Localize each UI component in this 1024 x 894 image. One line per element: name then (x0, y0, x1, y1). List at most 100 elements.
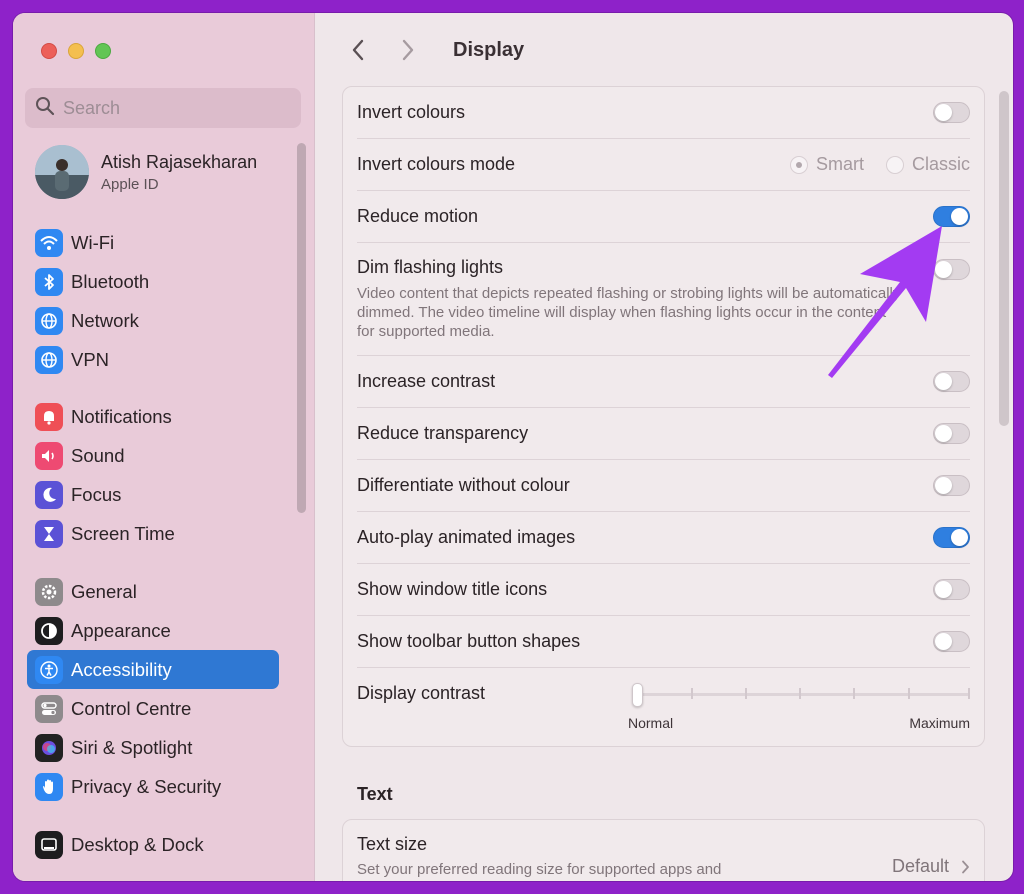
radio-button[interactable] (789, 155, 808, 174)
radio-smart[interactable]: Smart (789, 154, 864, 175)
row-invert-colours: Invert colours (357, 87, 970, 139)
text-size-value: Default (891, 856, 949, 876)
gear-icon (35, 577, 63, 606)
sidebar-item-label: VPN (71, 348, 110, 370)
sidebar-item-label: Wi-Fi (71, 231, 115, 253)
radio-label: Classic (911, 154, 970, 174)
sidebar-item-sound[interactable]: Sound (27, 436, 279, 475)
slider-track[interactable] (632, 693, 970, 696)
sidebar-item-label: General (71, 580, 137, 602)
search-icon (35, 96, 55, 121)
slider-min-label: Normal (628, 715, 674, 731)
sidebar-item-control-centre[interactable]: Control Centre (27, 689, 279, 728)
sidebar-item-vpn[interactable]: VPN (27, 340, 279, 379)
sidebar-item-desktop-dock[interactable]: Desktop & Dock (27, 825, 279, 864)
page-title: Display (453, 38, 525, 61)
row-description: Set your preferred reading size for supp… (357, 861, 722, 878)
sidebar-item-label: Desktop & Dock (71, 833, 204, 855)
sidebar-item-label: Privacy & Security (71, 775, 222, 797)
search-field[interactable] (25, 88, 301, 128)
invert-colours-toggle[interactable] (933, 102, 970, 123)
sidebar-item-focus[interactable]: Focus (27, 475, 279, 514)
toolbar: Display (343, 35, 524, 65)
accessibility-icon (35, 655, 63, 684)
search-input[interactable] (63, 97, 283, 119)
chevron-right-icon (962, 860, 969, 873)
zoom-button[interactable] (95, 43, 111, 59)
row-autoplay-animated-images: Auto-play animated images (357, 512, 970, 564)
row-label: Text size (357, 834, 428, 854)
sidebar-group-notifications: Notifications Sound Focus Screen Time (27, 397, 279, 553)
window-title-icons-toggle[interactable] (933, 579, 970, 600)
row-label: Dim flashing lights (357, 257, 504, 277)
row-label: Display contrast (357, 683, 486, 703)
row-label: Increase contrast (357, 371, 496, 391)
settings-window: Atish Rajasekharan Apple ID Wi-Fi Blueto… (13, 13, 1013, 881)
row-label: Auto-play animated images (357, 527, 576, 547)
row-label: Invert colours (357, 102, 466, 122)
bell-icon (35, 402, 63, 431)
moon-icon (35, 480, 63, 509)
radio-classic[interactable]: Classic (885, 154, 970, 175)
sidebar-item-label: Network (71, 309, 139, 331)
annotation-arrow-icon (828, 226, 942, 378)
back-button[interactable] (343, 35, 373, 65)
globe-icon (35, 306, 63, 335)
row-invert-colours-mode: Invert colours mode Smart Classic (357, 139, 970, 191)
globe-icon (35, 345, 63, 374)
row-label: Show window title icons (357, 579, 548, 599)
siri-icon (35, 733, 63, 762)
appearance-icon (35, 616, 63, 645)
close-button[interactable] (41, 43, 57, 59)
chevron-right-icon (402, 39, 414, 61)
row-show-toolbar-button-shapes: Show toolbar button shapes (357, 616, 970, 668)
minimize-button[interactable] (68, 43, 84, 59)
row-description: Video content that depicts repeated flas… (357, 285, 901, 340)
apple-id-label: Apple ID (101, 175, 159, 193)
toolbar-shapes-toggle[interactable] (933, 631, 970, 652)
sidebar-group-desktop: Desktop & Dock (27, 825, 279, 864)
sidebar-item-label: Control Centre (71, 697, 192, 719)
sidebar-item-general[interactable]: General (27, 572, 279, 611)
sidebar-item-label: Siri & Spotlight (71, 736, 193, 758)
autoplay-toggle[interactable] (933, 527, 970, 548)
forward-button[interactable] (393, 35, 423, 65)
apple-id-account[interactable]: Atish Rajasekharan Apple ID (35, 145, 257, 199)
bluetooth-icon (35, 267, 63, 296)
avatar (35, 145, 89, 199)
sidebar-item-label: Bluetooth (71, 270, 150, 292)
row-label: Reduce motion (357, 206, 479, 226)
row-show-window-title-icons: Show window title icons (357, 564, 970, 616)
display-contrast-slider[interactable]: Normal Maximum (628, 683, 970, 733)
main-pane: Display Invert colours Invert colours mo… (315, 13, 1013, 881)
sidebar-scrollbar[interactable] (297, 143, 306, 513)
dock-icon (35, 830, 63, 859)
sidebar-item-accessibility[interactable]: Accessibility (27, 650, 279, 689)
sidebar-item-appearance[interactable]: Appearance (27, 611, 279, 650)
sidebar-item-label: Sound (71, 444, 125, 466)
radio-button[interactable] (885, 155, 904, 174)
sidebar-item-label: Accessibility (71, 658, 172, 680)
hand-icon (35, 772, 63, 801)
slider-thumb[interactable] (632, 683, 643, 707)
traffic-lights (41, 43, 111, 59)
sidebar-item-screen-time[interactable]: Screen Time (27, 514, 279, 553)
reduce-transparency-toggle[interactable] (933, 423, 970, 444)
sidebar-item-wifi[interactable]: Wi-Fi (27, 223, 279, 262)
sidebar-item-label: Appearance (71, 619, 171, 641)
slider-tick (908, 688, 910, 699)
main-scrollbar[interactable] (999, 91, 1009, 426)
sidebar-item-siri-spotlight[interactable]: Siri & Spotlight (27, 728, 279, 767)
text-settings-card: Text size Set your preferred reading siz… (342, 819, 985, 881)
sidebar-item-network[interactable]: Network (27, 301, 279, 340)
row-display-contrast: Display contrast Normal Maximum (357, 668, 970, 746)
sidebar-group-network: Wi-Fi Bluetooth Network VPN (27, 223, 279, 379)
sidebar-item-privacy-security[interactable]: Privacy & Security (27, 767, 279, 806)
sidebar-item-label: Focus (71, 483, 122, 505)
text-size-button[interactable]: Default (892, 856, 970, 877)
sidebar-item-label: Screen Time (71, 522, 175, 544)
sidebar-item-notifications[interactable]: Notifications (27, 397, 279, 436)
sidebar-item-bluetooth[interactable]: Bluetooth (27, 262, 279, 301)
slider-tick (691, 688, 693, 699)
differentiate-toggle[interactable] (933, 475, 970, 496)
